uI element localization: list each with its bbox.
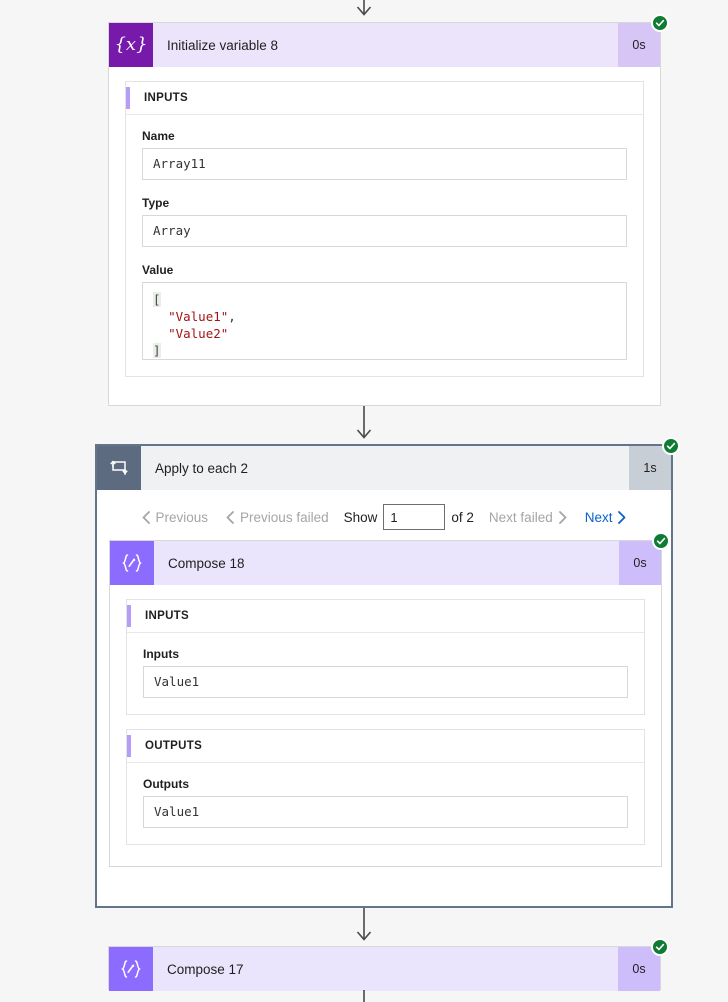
section-header-outputs: OUTPUTS — [127, 730, 644, 763]
next-label: Next — [584, 509, 613, 525]
field-type: Type Array — [142, 196, 627, 247]
status-badge-succeeded — [651, 14, 669, 32]
chevron-right-icon — [618, 510, 626, 524]
action-card-apply-to-each-2[interactable]: Apply to each 2 1s Previous Previous fai… — [95, 437, 680, 908]
chevron-left-icon — [226, 510, 234, 524]
action-header-apply-to-each-2[interactable]: Apply to each 2 1s — [97, 437, 680, 490]
field-value-type[interactable]: Array — [142, 215, 627, 247]
braces-pen-icon — [109, 947, 153, 991]
previous-label: Previous — [155, 509, 209, 525]
json-open-bracket: [ — [153, 292, 161, 307]
field-label-type: Type — [142, 196, 170, 210]
previous-failed-label: Previous failed — [240, 509, 329, 525]
braces-pen-icon — [110, 541, 154, 585]
loop-icon — [97, 446, 141, 490]
field-label-inputs: Inputs — [143, 647, 179, 661]
section-title-inputs: INPUTS — [145, 610, 189, 622]
field-label-value: Value — [142, 263, 174, 277]
action-title-compose-18: Compose 18 — [154, 541, 619, 585]
previous-failed-button[interactable]: Previous failed — [217, 510, 338, 525]
action-title-initialize-variable-8: Initialize variable 8 — [153, 23, 618, 67]
section-content-inputs: Inputs Value1 — [127, 633, 644, 714]
arrow-down-icon — [356, 406, 372, 439]
connector-line — [363, 990, 365, 1002]
action-card-initialize-variable-8[interactable]: {x} Initialize variable 8 0s INPUTS Name… — [108, 14, 669, 406]
action-header-compose-18[interactable]: Compose 18 0s — [110, 532, 670, 585]
action-card-compose-18[interactable]: Compose 18 0s INPUTS Inputs Value1 OUTPU… — [109, 532, 670, 867]
action-header-compose-17[interactable]: Compose 17 0s — [109, 938, 669, 991]
field-inputs: Inputs Value1 — [143, 647, 628, 698]
section-content-inputs: Name Array11 Type Array Value [ "Value1"… — [126, 115, 643, 376]
field-value: Value [ "Value1", "Value2" ] — [142, 263, 627, 360]
connector-top — [0, 0, 728, 22]
iteration-page-input[interactable] — [383, 504, 446, 530]
action-card-compose-17[interactable]: Compose 17 0s — [108, 938, 669, 991]
section-outputs: OUTPUTS Outputs Value1 — [126, 729, 645, 845]
connector-initialize-to-loop — [0, 406, 728, 444]
status-badge-succeeded — [651, 938, 669, 956]
json-close-bracket: ] — [153, 343, 161, 358]
field-value-name[interactable]: Array11 — [142, 148, 627, 180]
field-name: Name Array11 — [142, 129, 627, 180]
check-icon — [656, 537, 666, 545]
connector-bottom — [0, 990, 728, 1002]
check-icon — [655, 19, 665, 27]
json-string-2: "Value2" — [168, 326, 229, 341]
field-label-outputs: Outputs — [143, 777, 189, 791]
page-count-label: of 2 — [451, 509, 474, 525]
section-content-outputs: Outputs Value1 — [127, 763, 644, 844]
chevron-right-icon — [558, 510, 567, 524]
section-header-inputs: INPUTS — [127, 600, 644, 633]
action-body-compose-18: INPUTS Inputs Value1 OUTPUTS Outputs Val… — [110, 585, 661, 861]
check-icon — [655, 943, 665, 951]
arrow-down-icon — [356, 908, 372, 941]
connector-loop-to-compose-17 — [0, 908, 728, 946]
section-title-outputs: OUTPUTS — [145, 740, 203, 752]
next-button[interactable]: Next — [576, 510, 636, 525]
chevron-left-icon — [142, 510, 150, 524]
status-badge-succeeded — [662, 437, 680, 455]
iteration-pagination: Previous Previous failed Show of 2 Next … — [97, 490, 671, 542]
field-outputs: Outputs Value1 — [143, 777, 628, 828]
action-header-initialize-variable-8[interactable]: {x} Initialize variable 8 0s — [109, 14, 669, 67]
status-badge-succeeded — [652, 532, 670, 550]
next-failed-button[interactable]: Next failed — [480, 510, 576, 525]
field-label-name: Name — [142, 129, 175, 143]
field-value-outputs[interactable]: Value1 — [143, 796, 628, 828]
action-title-compose-17: Compose 17 — [153, 947, 618, 991]
field-value-inputs[interactable]: Value1 — [143, 666, 628, 698]
check-icon — [666, 442, 676, 450]
arrow-down-icon — [356, 0, 372, 16]
section-inputs: INPUTS Name Array11 Type Array Value [ "… — [125, 81, 644, 377]
next-failed-label: Next failed — [488, 509, 553, 525]
braces-x-icon: {x} — [109, 23, 153, 67]
section-inputs: INPUTS Inputs Value1 — [126, 599, 645, 715]
field-value-json[interactable]: [ "Value1", "Value2" ] — [142, 282, 627, 360]
json-string-1: "Value1" — [168, 309, 229, 324]
action-title-apply-to-each-2: Apply to each 2 — [141, 446, 629, 490]
previous-button[interactable]: Previous — [133, 510, 218, 525]
section-header-inputs: INPUTS — [126, 82, 643, 115]
show-label: Show — [343, 509, 378, 525]
section-title-inputs: INPUTS — [144, 92, 188, 104]
action-body-initialize-variable-8: INPUTS Name Array11 Type Array Value [ "… — [109, 67, 660, 393]
